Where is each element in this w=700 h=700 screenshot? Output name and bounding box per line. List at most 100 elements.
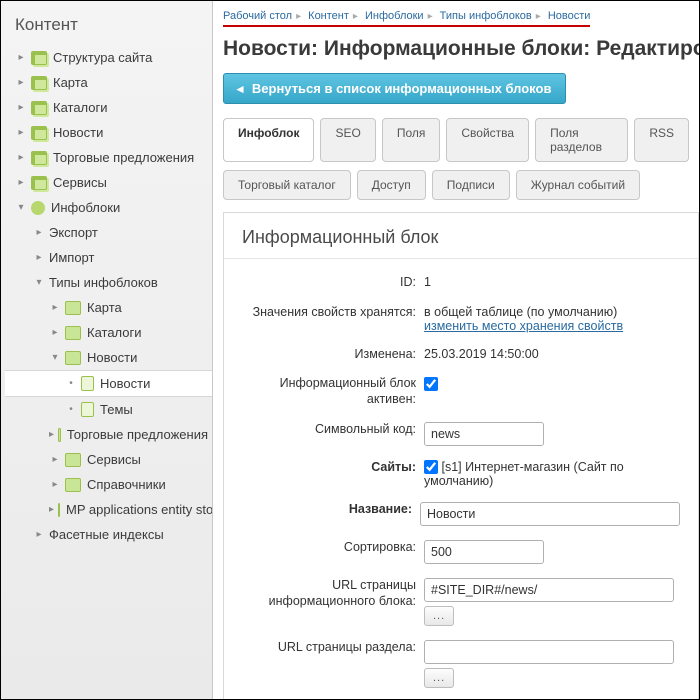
folder-icon: [65, 326, 81, 340]
tab-captions[interactable]: Подписи: [432, 170, 510, 200]
link-change-storage[interactable]: изменить место хранения свойств: [424, 319, 623, 333]
checkbox-active[interactable]: [424, 377, 438, 391]
label-name: Название:: [234, 498, 420, 518]
template-picker-button[interactable]: ...: [424, 668, 454, 688]
page-icon: [81, 402, 94, 417]
sidebar-item-label: Сервисы: [53, 175, 107, 190]
form-panel: Информационный блок ID:1 Значения свойст…: [223, 212, 699, 699]
chevron-right-icon: ▸: [15, 127, 27, 139]
label-url-detail: URL страницы детального просмотра:: [234, 698, 424, 699]
folder-icon: [58, 428, 61, 442]
sidebar-item-type-mp[interactable]: ▸MP applications entity storage: [5, 497, 212, 522]
sidebar-item-label: Справочники: [87, 477, 166, 492]
label-url-block: URL страницы информационного блока:: [234, 574, 424, 609]
chevron-down-icon: ▾: [49, 352, 61, 364]
label-code: Символьный код:: [234, 418, 424, 438]
chevron-right-icon: ▸: [15, 177, 27, 189]
sidebar-title: Контент: [5, 9, 212, 45]
crumb-content[interactable]: Контент: [308, 10, 349, 22]
folder-icon: [58, 503, 60, 517]
crumb-news[interactable]: Новости: [548, 10, 591, 22]
sidebar-item-label: Инфоблоки: [51, 200, 120, 215]
chevron-down-icon: ▾: [33, 277, 45, 289]
tabs-secondary: Торговый каталог Доступ Подписи Журнал с…: [213, 162, 699, 212]
chevron-right-icon: ▸: [49, 479, 61, 491]
sidebar-item-structure[interactable]: ▸Структура сайта: [5, 45, 212, 70]
tab-eventlog[interactable]: Журнал событий: [516, 170, 640, 200]
chevron-right-icon: ▸: [49, 302, 61, 314]
tab-fields[interactable]: Поля: [382, 118, 441, 162]
input-code[interactable]: [424, 422, 544, 446]
sidebar-item-iblock-news[interactable]: • Новости: [5, 370, 212, 397]
input-name[interactable]: [420, 502, 680, 526]
sidebar-item-type-refs[interactable]: ▸ Справочники: [5, 472, 212, 497]
chevron-right-icon: ▸: [33, 227, 45, 239]
value-id: 1: [424, 271, 680, 289]
crumb-desktop[interactable]: Рабочий стол: [223, 10, 292, 22]
sidebar-item-label: Импорт: [49, 250, 94, 265]
sidebar-item-label: Фасетные индексы: [49, 527, 164, 542]
sidebar-item-services[interactable]: ▸ Сервисы: [5, 170, 212, 195]
sidebar-item-iblocks[interactable]: ▾Инфоблоки: [5, 195, 212, 220]
sidebar-item-type-offers[interactable]: ▸Торговые предложения: [5, 422, 212, 447]
tab-props[interactable]: Свойства: [446, 118, 529, 162]
chevron-right-icon: ▸: [15, 102, 27, 114]
sidebar-item-label: Новости: [100, 376, 150, 391]
input-url-block[interactable]: [424, 578, 674, 602]
folder-icon: [31, 126, 47, 140]
tab-catalog[interactable]: Торговый каталог: [223, 170, 351, 200]
label-active: Информационный блок активен:: [234, 372, 424, 407]
label-url-section: URL страницы раздела:: [234, 636, 424, 656]
breadcrumb: Рабочий стол▸ Контент▸ Инфоблоки▸ Типы и…: [223, 10, 590, 27]
sidebar-item-label: Сервисы: [87, 452, 141, 467]
tab-rss[interactable]: RSS: [634, 118, 689, 162]
arrow-left-icon: ◄: [234, 82, 246, 96]
crumb-types[interactable]: Типы инфоблоков: [440, 10, 532, 22]
sidebar-item-types[interactable]: ▾Типы инфоблоков: [5, 270, 212, 295]
sidebar-item-catalogs[interactable]: ▸ Каталоги: [5, 95, 212, 120]
label-sites: Сайты:: [234, 456, 424, 476]
sidebar-item-type-services[interactable]: ▸Сервисы: [5, 447, 212, 472]
bullet-icon: •: [65, 404, 77, 416]
input-url-section[interactable]: [424, 640, 674, 664]
checkbox-site-s1[interactable]: [424, 460, 438, 474]
template-picker-button[interactable]: ...: [424, 606, 454, 626]
main-content: Рабочий стол▸ Контент▸ Инфоблоки▸ Типы и…: [213, 1, 699, 699]
chevron-right-icon: ▸: [15, 152, 27, 164]
chevron-right-icon: ▸: [15, 52, 27, 64]
chevron-right-icon: ▸: [353, 11, 358, 22]
sidebar-item-label: Каталоги: [87, 325, 142, 340]
sidebar-item-type-catalogs[interactable]: ▸Каталоги: [5, 320, 212, 345]
sidebar-item-label: Новости: [53, 125, 103, 140]
back-to-list-button[interactable]: ◄Вернуться в список информационных блоко…: [223, 73, 566, 104]
sidebar-item-export[interactable]: ▸ Экспорт: [5, 220, 212, 245]
sidebar-item-label: Торговые предложения: [53, 150, 194, 165]
sidebar-item-offers[interactable]: ▸ Торговые предложения: [5, 145, 212, 170]
label-changed: Изменена:: [234, 343, 424, 363]
tab-section-fields[interactable]: Поля разделов: [535, 118, 628, 162]
sidebar-item-label: MP applications entity storage: [66, 502, 213, 517]
value-sites: [s1] Интернет-магазин (Сайт по умолчанию…: [424, 460, 624, 489]
tab-access[interactable]: Доступ: [357, 170, 426, 200]
label-id: ID:: [234, 271, 424, 291]
sidebar-item-label: Каталоги: [53, 100, 108, 115]
crumb-iblocks[interactable]: Инфоблоки: [365, 10, 424, 22]
label-props: Значения свойств хранятся:: [234, 301, 424, 321]
sidebar-item-label: Экспорт: [49, 225, 98, 240]
chevron-right-icon: ▸: [33, 529, 45, 541]
page-icon: [81, 376, 94, 391]
chevron-right-icon: ▸: [428, 11, 433, 22]
input-sort[interactable]: [424, 540, 544, 564]
sidebar-item-iblock-themes[interactable]: •Темы: [5, 397, 212, 422]
sidebar-item-map[interactable]: ▸Карта: [5, 70, 212, 95]
tab-infoblock[interactable]: Инфоблок: [223, 118, 314, 162]
folder-icon: [31, 101, 47, 115]
sidebar-item-type-news[interactable]: ▾Новости: [5, 345, 212, 370]
sidebar-item-type-map[interactable]: ▸Карта: [5, 295, 212, 320]
sidebar-item-label: Торговые предложения: [67, 427, 208, 442]
bullet-icon: •: [65, 378, 77, 390]
sidebar-item-facets[interactable]: ▸ Фасетные индексы: [5, 522, 212, 547]
sidebar-item-news[interactable]: ▸ Новости: [5, 120, 212, 145]
tab-seo[interactable]: SEO: [320, 118, 375, 162]
sidebar-item-import[interactable]: ▸Импорт: [5, 245, 212, 270]
